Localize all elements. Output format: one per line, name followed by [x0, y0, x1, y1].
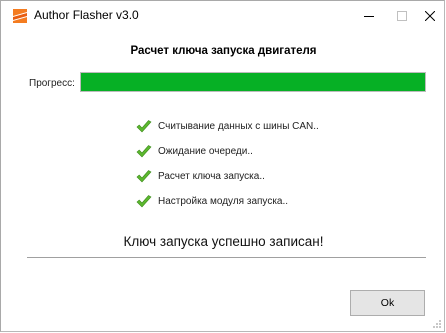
- page-heading: Расчет ключа запуска двигателя: [130, 45, 317, 57]
- checkmark-icon: [136, 145, 152, 158]
- step-item: Настройка модуля запуска..: [136, 189, 319, 214]
- step-item: Расчет ключа запуска..: [136, 164, 319, 189]
- progress-label: Прогресс:: [29, 78, 75, 89]
- progress-bar: [80, 72, 426, 92]
- step-list: Считывание данных с шины CAN.. Ожидание …: [136, 114, 319, 214]
- progress-bar-fill: [81, 73, 425, 91]
- window-title: Author Flasher v3.0: [34, 8, 139, 22]
- close-icon: [424, 11, 435, 21]
- minimize-icon: [364, 16, 374, 17]
- close-button[interactable]: [413, 1, 446, 31]
- app-logo-icon: [13, 9, 27, 23]
- step-item: Считывание данных с шины CAN..: [136, 114, 319, 139]
- step-label: Считывание данных с шины CAN..: [158, 121, 319, 132]
- ok-button[interactable]: Ok: [350, 290, 425, 316]
- app-window: Author Flasher v3.0 Расчет ключа запуска…: [0, 0, 445, 332]
- step-label: Настройка модуля запуска..: [158, 196, 289, 207]
- step-label: Ожидание очереди..: [158, 146, 253, 157]
- checkmark-icon: [136, 120, 152, 133]
- divider: [27, 257, 426, 258]
- maximize-icon: [397, 11, 407, 21]
- step-label: Расчет ключа запуска..: [158, 171, 265, 182]
- step-item: Ожидание очереди..: [136, 139, 319, 164]
- resize-grip-icon[interactable]: [432, 319, 442, 329]
- checkmark-icon: [136, 170, 152, 183]
- title-bar: Author Flasher v3.0: [1, 1, 444, 31]
- result-message: Ключ запуска успешно записан!: [123, 234, 324, 249]
- checkmark-icon: [136, 195, 152, 208]
